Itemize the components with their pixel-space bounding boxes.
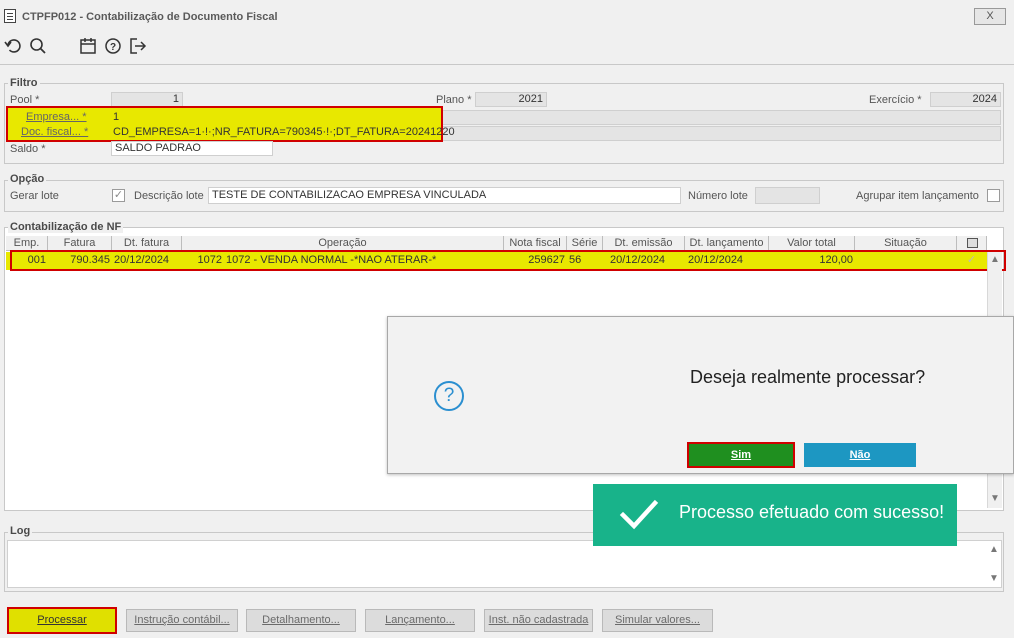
col-header-dt-emissao[interactable]: Dt. emissão xyxy=(603,236,685,251)
undo-icon[interactable] xyxy=(3,36,23,56)
col-header-fatura[interactable]: Fatura xyxy=(48,236,112,251)
cell-dt-emissao: 20/12/2024 xyxy=(610,254,666,266)
pool-label: Pool * xyxy=(10,94,40,106)
nao-button[interactable]: Não xyxy=(804,443,916,467)
doc-fiscal-field[interactable]: CD_EMPRESA=1·!·;NR_FATURA=790345·!·;DT_F… xyxy=(113,126,455,138)
col-header-select[interactable] xyxy=(957,236,987,251)
scroll-up-icon[interactable]: ▲ xyxy=(988,254,1002,265)
toast-message: Processo efetuado com sucesso! xyxy=(679,502,945,522)
gerar-lote-label: Gerar lote xyxy=(10,190,59,202)
col-header-operacao[interactable]: Operação xyxy=(182,236,504,251)
exit-icon[interactable] xyxy=(128,36,148,56)
calendar-icon[interactable] xyxy=(78,36,98,56)
nf-legend: Contabilização de NF xyxy=(8,221,124,233)
numero-lote-label: Número lote xyxy=(688,190,748,202)
select-all-checkbox[interactable] xyxy=(967,238,978,248)
saldo-label: Saldo * xyxy=(10,143,46,155)
log-textarea[interactable] xyxy=(7,540,1002,588)
empresa-field[interactable]: 1 xyxy=(113,111,119,123)
lancamento-button[interactable]: Lançamento... xyxy=(365,609,475,632)
instrucao-contabil-button[interactable]: Instrução contábil... xyxy=(126,609,238,632)
cell-serie: 56 xyxy=(569,254,582,266)
cell-situacao xyxy=(855,253,957,268)
sim-button[interactable]: Sim xyxy=(687,442,795,468)
confirm-dialog: ? Deseja realmente processar? Sim Não xyxy=(387,316,1014,474)
saldo-field[interactable]: SALDO PADRAO xyxy=(111,141,273,156)
detalhamento-button[interactable]: Detalhamento... xyxy=(246,609,356,632)
search-icon[interactable] xyxy=(28,36,48,56)
window-title: CTPFP012 - Contabilização de Documento F… xyxy=(22,11,278,23)
opcao-legend: Opção xyxy=(8,173,47,185)
cell-operacao: 1072 - VENDA NORMAL -*NAO ATERAR-* xyxy=(226,254,437,266)
exercicio-label: Exercício * xyxy=(869,94,922,106)
col-header-valor-total[interactable]: Valor total xyxy=(769,236,855,251)
exercicio-field[interactable]: 2024 xyxy=(930,92,1001,107)
log-scroll-down-icon[interactable]: ▼ xyxy=(987,573,1001,584)
row-checkbox[interactable]: ✓ xyxy=(965,255,978,268)
descricao-lote-field[interactable]: TESTE DE CONTABILIZACAO EMPRESA VINCULAD… xyxy=(208,187,681,204)
doc-fiscal-label[interactable]: Doc. fiscal... * xyxy=(21,126,88,138)
log-scroll-up-icon[interactable]: ▲ xyxy=(987,544,1001,555)
help-icon[interactable]: ? xyxy=(103,36,123,56)
pool-field[interactable]: 1 xyxy=(111,92,183,107)
cell-dt-fatura: 20/12/2024 xyxy=(114,254,170,266)
check-icon xyxy=(619,499,659,530)
col-header-dt-lancamento[interactable]: Dt. lançamento xyxy=(685,236,769,251)
toolbar-divider xyxy=(0,64,1014,65)
col-header-emp[interactable]: Emp. xyxy=(6,236,48,251)
agrupar-checkbox[interactable] xyxy=(987,189,1000,202)
cell-nota-fiscal: 259627 xyxy=(528,254,565,266)
col-header-dt-fatura[interactable]: Dt. fatura xyxy=(112,236,182,251)
dialog-message: Deseja realmente processar? xyxy=(690,367,926,387)
question-icon: ? xyxy=(434,381,464,411)
success-toast: Processo efetuado com sucesso! xyxy=(593,484,957,546)
col-header-situacao[interactable]: Situação xyxy=(855,236,957,251)
filtro-legend: Filtro xyxy=(8,77,40,89)
numero-lote-field[interactable] xyxy=(755,187,820,204)
processar-button[interactable]: Processar xyxy=(7,607,117,634)
col-header-nota-fiscal[interactable]: Nota fiscal xyxy=(504,236,567,251)
plano-field[interactable]: 2021 xyxy=(475,92,547,107)
log-legend: Log xyxy=(8,525,33,537)
gerar-lote-checkbox[interactable]: ✓ xyxy=(112,189,125,202)
simular-valores-button[interactable]: Simular valores... xyxy=(602,609,713,632)
inst-nao-cadastrada-button[interactable]: Inst. não cadastrada xyxy=(484,609,593,632)
col-header-serie[interactable]: Série xyxy=(567,236,603,251)
scroll-down-icon[interactable]: ▼ xyxy=(988,493,1002,504)
cell-emp: 001 xyxy=(27,254,46,266)
document-icon xyxy=(4,9,16,23)
svg-text:?: ? xyxy=(110,42,116,53)
cell-op-code: 1072 xyxy=(197,254,222,266)
descricao-lote-label: Descrição lote xyxy=(134,190,204,202)
agrupar-label: Agrupar item lançamento xyxy=(856,190,979,202)
cell-fatura: 790.345 xyxy=(70,254,110,266)
empresa-label[interactable]: Empresa... * xyxy=(26,111,87,123)
close-button[interactable]: X xyxy=(974,8,1006,25)
cell-dt-lancamento: 20/12/2024 xyxy=(688,254,744,266)
cell-valor-total: 120,00 xyxy=(819,254,853,266)
plano-label: Plano * xyxy=(436,94,472,106)
